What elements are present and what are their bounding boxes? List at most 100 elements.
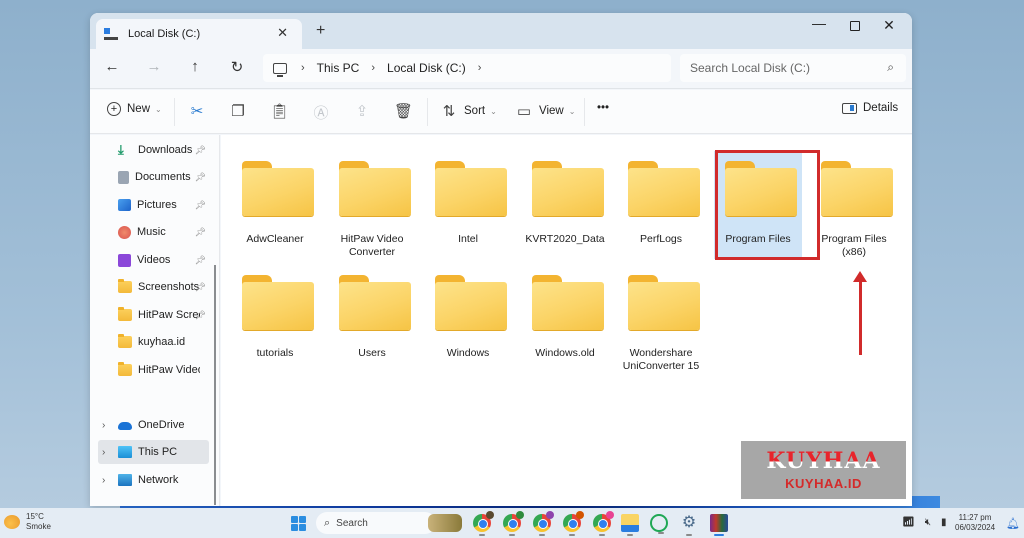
sort-button[interactable]: ⇅ Sort ⌄ xyxy=(440,102,497,120)
cut-button[interactable]: ✂ xyxy=(188,102,206,120)
folder-item[interactable]: Users xyxy=(328,265,416,373)
this-pc-icon xyxy=(273,62,287,77)
sidebar-item-music[interactable]: Music 📌︎ xyxy=(98,220,210,244)
sidebar-item-documents[interactable]: Documents 📌︎ xyxy=(98,165,210,189)
folder-item[interactable]: Windows xyxy=(424,265,512,373)
start-button[interactable] xyxy=(291,516,306,531)
notification-bell-icon[interactable]: 🔔︎ xyxy=(1006,517,1020,530)
clock-date: 06/03/2024 xyxy=(955,523,996,532)
volume-muted-icon[interactable]: 🔇︎ xyxy=(925,517,931,528)
address-bar[interactable]: › This PC › Local Disk (C:) › xyxy=(263,54,671,82)
settings-icon[interactable]: ⚙ xyxy=(680,514,698,536)
pin-icon[interactable]: 📌︎ xyxy=(195,255,206,266)
new-button[interactable]: + New ⌄ xyxy=(107,102,162,116)
winrar-icon[interactable] xyxy=(710,514,728,536)
sidebar-item-label: HitPaw Scree xyxy=(138,309,200,321)
taskbar: 15°C Smoke ⌕ Search ⚙ 📶︎ 🔇︎ ▮ 11:27 pm 0… xyxy=(0,508,1024,538)
command-bar: + New ⌄ ✂ ❐ 📋︎ Ⓐ ⇪ 🗑︎ ⇅ Sort ⌄ ▭ View ⌄ … xyxy=(90,90,912,134)
folder-item[interactable]: Intel xyxy=(424,151,512,259)
share-button[interactable]: ⇪ xyxy=(353,102,371,120)
wifi-icon[interactable]: 📶︎ xyxy=(902,517,915,528)
sidebar-item-label: OneDrive xyxy=(138,419,185,431)
chrome-icon[interactable] xyxy=(533,511,554,536)
delete-button[interactable]: 🗑︎ xyxy=(394,102,413,120)
chrome-icon[interactable] xyxy=(503,511,524,536)
chrome-icon[interactable] xyxy=(593,511,614,536)
folder-item[interactable]: PerfLogs xyxy=(617,151,705,259)
whatsapp-icon[interactable] xyxy=(650,514,668,534)
chevron-right-icon[interactable]: › xyxy=(102,447,105,458)
sidebar-item-pictures[interactable]: Pictures 📌︎ xyxy=(98,193,210,217)
file-explorer-icon[interactable] xyxy=(621,514,639,536)
folder-item[interactable]: Program Files (x86) xyxy=(810,151,898,259)
paste-button[interactable]: 📋︎ xyxy=(270,102,289,120)
sidebar-item-kuyhaa[interactable]: kuyhaa.id xyxy=(98,330,210,354)
network-icon xyxy=(118,474,132,486)
sidebar-item-this-pc[interactable]: › This PC xyxy=(98,440,209,464)
onedrive-icon xyxy=(118,422,132,430)
sidebar-item-label: Downloads xyxy=(138,144,193,156)
back-button[interactable]: ← xyxy=(100,58,124,75)
pin-icon[interactable]: 📌︎ xyxy=(195,227,206,238)
breadcrumb-separator[interactable]: › xyxy=(478,62,482,74)
minimize-button[interactable]: — xyxy=(804,15,834,31)
folder-item[interactable]: KVRT2020_Data xyxy=(521,151,609,259)
sidebar-item-hitpaw-video[interactable]: HitPaw Video Co xyxy=(98,358,210,382)
pin-icon[interactable]: 📌︎ xyxy=(195,310,206,321)
folder-icon xyxy=(532,161,604,216)
navigation-pane: ⤓ Downloads 📌︎ Documents 📌︎ Pictures 📌︎ … xyxy=(90,135,220,506)
breadcrumb-this-pc[interactable]: This PC xyxy=(317,61,360,75)
sidebar-item-network[interactable]: › Network xyxy=(98,468,210,492)
pin-icon[interactable]: 📌︎ xyxy=(195,282,206,293)
rename-button[interactable]: Ⓐ xyxy=(312,102,330,123)
up-button[interactable]: ↑ xyxy=(183,58,207,75)
breadcrumb-local-disk[interactable]: Local Disk (C:) xyxy=(387,61,466,75)
weather-widget[interactable]: 15°C Smoke xyxy=(4,512,51,532)
more-options-button[interactable]: ••• xyxy=(597,102,609,114)
folder-item-program-files[interactable]: Program Files xyxy=(714,151,802,259)
folder-item[interactable]: HitPaw Video Converter xyxy=(328,151,416,259)
drive-icon xyxy=(104,28,118,40)
folder-item[interactable]: Wondershare UniConverter 15 xyxy=(617,265,705,373)
sidebar-item-label: Videos xyxy=(137,254,171,266)
sidebar-item-videos[interactable]: Videos 📌︎ xyxy=(98,248,210,272)
sidebar-item-label: Documents xyxy=(135,171,191,183)
taskbar-search[interactable]: ⌕ Search xyxy=(316,512,436,534)
chrome-icon[interactable] xyxy=(473,511,494,536)
sidebar-item-hitpaw-screen[interactable]: HitPaw Scree 📌︎ xyxy=(98,303,210,327)
forward-button[interactable]: → xyxy=(142,58,166,75)
close-window-button[interactable]: ✕ xyxy=(874,17,904,34)
search-placeholder: Search Local Disk (C:) xyxy=(690,61,811,75)
new-label: New xyxy=(127,103,151,115)
folder-name: AdwCleaner xyxy=(246,233,304,245)
tab-local-disk[interactable]: Local Disk (C:) ✕ xyxy=(96,19,302,49)
battery-icon[interactable]: ▮ xyxy=(941,517,947,528)
pin-icon[interactable]: 📌︎ xyxy=(195,145,206,156)
sidebar-scrollbar[interactable] xyxy=(214,265,216,505)
weather-temperature: 15°C xyxy=(26,512,44,521)
widgets-icon[interactable] xyxy=(428,514,462,532)
pane-divider[interactable] xyxy=(219,135,220,506)
folder-item[interactable]: tutorials xyxy=(231,265,319,373)
chevron-right-icon[interactable]: › xyxy=(102,420,105,431)
chevron-right-icon[interactable]: › xyxy=(102,475,105,486)
clock[interactable]: 11:27 pm 06/03/2024 xyxy=(955,513,995,533)
new-tab-button[interactable]: + xyxy=(316,22,325,40)
refresh-button[interactable]: ↻ xyxy=(225,58,249,76)
sidebar-item-downloads[interactable]: ⤓ Downloads 📌︎ xyxy=(98,138,210,162)
sidebar-item-screenshots[interactable]: Screenshots 📌︎ xyxy=(98,275,210,299)
view-button[interactable]: ▭ View ⌄ xyxy=(515,102,576,120)
search-input[interactable]: Search Local Disk (C:) ⌕ xyxy=(680,54,906,82)
watermark-logo: KUYHAA KUYHAA.ID xyxy=(741,441,906,499)
details-button[interactable]: Details xyxy=(842,102,898,114)
chrome-icon[interactable] xyxy=(563,511,584,536)
sidebar-item-onedrive[interactable]: › OneDrive xyxy=(98,413,210,437)
maximize-button[interactable] xyxy=(840,17,870,34)
pin-icon[interactable]: 📌︎ xyxy=(195,172,206,183)
pin-icon[interactable]: 📌︎ xyxy=(195,200,206,211)
toolbar-divider xyxy=(584,98,585,126)
copy-button[interactable]: ❐ xyxy=(229,102,247,120)
folder-item[interactable]: Windows.old xyxy=(521,265,609,373)
close-tab-button[interactable]: ✕ xyxy=(277,25,288,41)
folder-item[interactable]: AdwCleaner xyxy=(231,151,319,259)
